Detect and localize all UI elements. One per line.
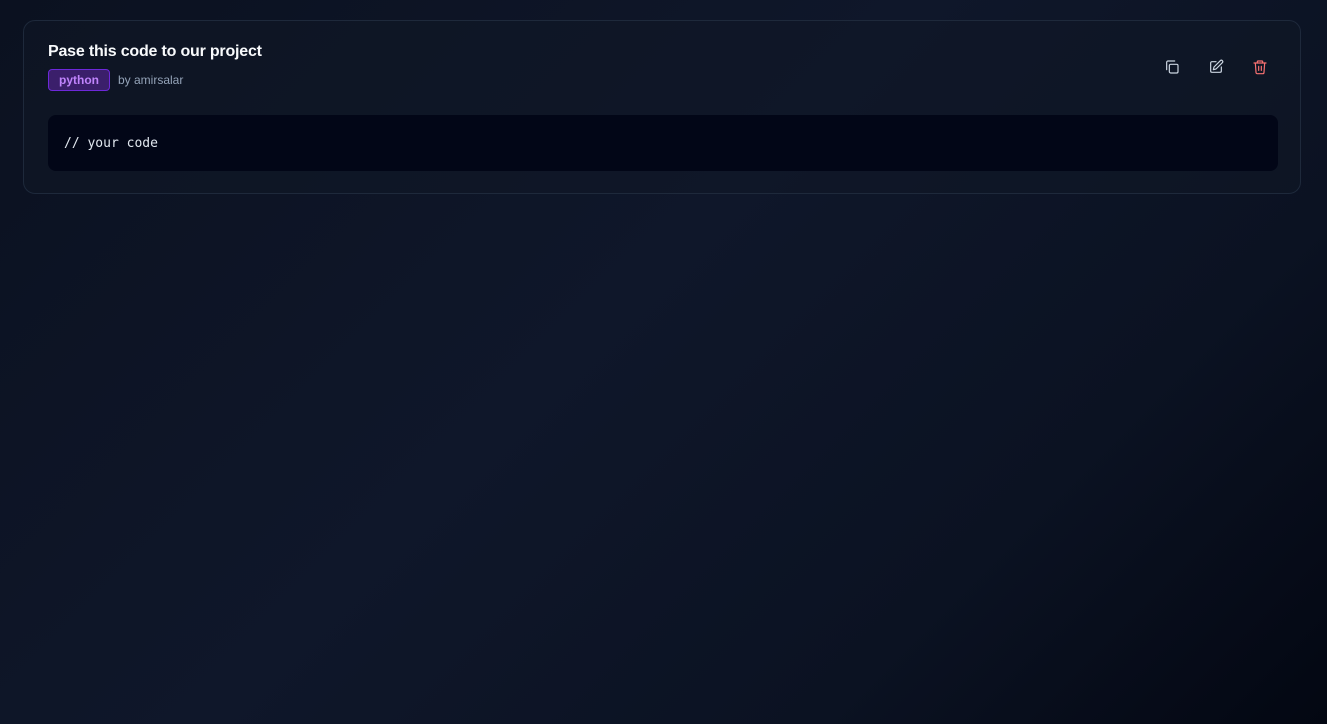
delete-button[interactable]	[1244, 51, 1276, 83]
code-block[interactable]: // your code	[48, 115, 1278, 171]
edit-button[interactable]	[1200, 51, 1232, 83]
snippet-meta: python by amirsalar	[48, 69, 183, 91]
snippet-actions	[1144, 51, 1276, 83]
language-badge: python	[48, 69, 110, 91]
author-label: by amirsalar	[118, 73, 184, 87]
snippet-title: Pase this code to our project	[48, 43, 262, 60]
trash-icon	[1252, 59, 1268, 75]
snippet-card: Pase this code to our project python by …	[23, 20, 1301, 194]
code-content: // your code	[64, 135, 158, 151]
copy-icon	[1164, 59, 1180, 75]
copy-button[interactable]	[1156, 51, 1188, 83]
edit-icon	[1208, 59, 1224, 75]
